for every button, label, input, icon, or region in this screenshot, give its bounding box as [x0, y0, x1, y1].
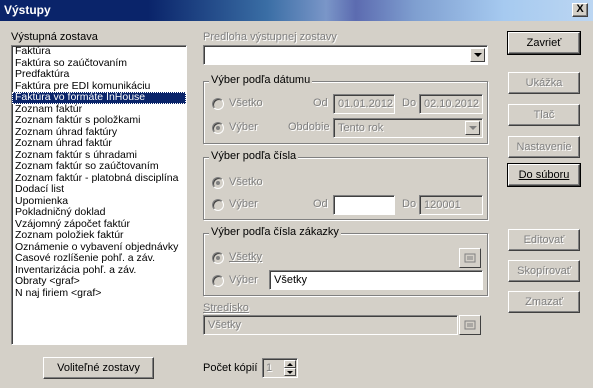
report-list-item[interactable]: N naj firiem <graf> [12, 288, 186, 300]
report-list-item[interactable]: Faktúra pre EDI komunikáciu [12, 81, 186, 93]
preview-button[interactable]: Ukážka [508, 72, 580, 94]
date-from-field[interactable]: 01.01.2012 [333, 94, 395, 114]
report-list-item[interactable]: Pokladničný doklad [12, 207, 186, 219]
copy-button-label: Skopírovať [517, 265, 571, 277]
center-label: Stredisko [203, 302, 249, 314]
order-group-title: Výber podľa čísla zákazky [209, 226, 341, 238]
order-selection-label: Výber [229, 274, 258, 286]
order-picker-button[interactable] [459, 248, 481, 268]
date-from-value: 01.01.2012 [338, 98, 394, 110]
number-all-radio[interactable] [212, 177, 224, 189]
picker-icon [464, 320, 476, 330]
report-list-item[interactable]: Faktúra vo formáte InHouse [12, 92, 186, 104]
window-title: Výstupy [4, 3, 51, 17]
print-button[interactable]: Tlač [508, 104, 580, 126]
close-button[interactable]: Zavrieť [507, 31, 581, 55]
date-from-label: Od [313, 97, 328, 109]
report-list-item[interactable]: Zoznam faktúr s úhradami [12, 150, 186, 162]
picker-icon [464, 253, 476, 263]
number-selection-radio[interactable] [212, 199, 224, 211]
delete-button-label: Zmazať [525, 296, 563, 308]
center-picker-button[interactable] [459, 315, 481, 335]
report-list-item[interactable]: Obraty <graf> [12, 276, 186, 288]
down-arrow-icon[interactable] [284, 368, 296, 376]
order-selection-radio[interactable] [212, 275, 224, 287]
settings-button[interactable]: Nastavenie [508, 136, 580, 158]
report-list-item[interactable]: Faktúra so zaúčtovaním [12, 58, 186, 70]
report-list-item[interactable]: Oznámenie o vybavení objednávky [12, 242, 186, 254]
report-list-label: Výstupná zostava [11, 31, 98, 43]
report-list-item[interactable]: Upomienka [12, 196, 186, 208]
date-all-label: Všetko [229, 97, 263, 109]
report-list-item[interactable]: Časové rozlíšenie pohľ. a záv. [12, 253, 186, 265]
number-to-field[interactable]: 120001 [419, 195, 483, 215]
close-window-button[interactable]: X [572, 3, 588, 17]
number-to-value: 120001 [424, 199, 461, 211]
title-bar: Výstupy X [0, 0, 593, 21]
order-selection-value: Všetky [274, 274, 308, 286]
report-list-item[interactable]: Faktúra [12, 46, 186, 58]
copy-button[interactable]: Skopírovať [508, 260, 580, 282]
center-field[interactable]: Všetky [203, 315, 458, 335]
date-selection-radio[interactable] [212, 122, 224, 134]
order-selection-field[interactable]: Všetky [269, 270, 483, 290]
period-value: Tento rok [338, 122, 384, 134]
date-selection-label: Výber [229, 121, 258, 133]
date-to-label: Do [402, 97, 417, 109]
report-list-item[interactable]: Vzájomný zápočet faktúr [12, 219, 186, 231]
date-to-value: 02.10.2012 [424, 98, 480, 110]
report-list-item[interactable]: Zoznam položiek faktúr [12, 230, 186, 242]
chevron-down-icon[interactable] [465, 121, 480, 135]
copies-label: Počet kópií [203, 362, 258, 374]
report-list-item[interactable]: Zoznam faktúr - platobná disciplína [12, 173, 186, 185]
chevron-down-icon[interactable] [470, 48, 485, 62]
number-to-label: Do [402, 198, 417, 210]
template-combo[interactable] [203, 45, 488, 65]
number-from-label: Od [313, 198, 328, 210]
date-all-radio[interactable] [212, 98, 224, 110]
report-list-item[interactable]: Inventarizácia pohľ. a záv. [12, 265, 186, 277]
report-list-item[interactable]: Predfaktúra [12, 69, 186, 81]
edit-button[interactable]: Editovať [508, 229, 580, 251]
preview-button-label: Ukážka [525, 77, 563, 89]
number-group-title: Výber podľa čísla [209, 150, 299, 162]
to-file-button[interactable]: Do súboru [507, 163, 581, 187]
settings-button-label: Nastavenie [516, 141, 572, 153]
number-selection-label: Výber [229, 198, 258, 210]
order-all-radio[interactable] [212, 252, 224, 264]
report-list-item[interactable]: Zoznam faktúr [12, 104, 186, 116]
delete-button[interactable]: Zmazať [508, 291, 580, 313]
number-from-field[interactable] [333, 195, 395, 215]
order-all-label: Všetky [229, 251, 263, 263]
date-to-field[interactable]: 02.10.2012 [419, 94, 483, 114]
to-file-button-label: Do súboru [518, 169, 570, 181]
report-list-item[interactable]: Zoznam úhrad faktúry [12, 127, 186, 139]
report-listbox[interactable]: Faktúra Faktúra so zaúčtovaním Predfaktúra… [11, 45, 187, 345]
report-list-item[interactable]: Zoznam faktúr s položkami [12, 115, 186, 127]
date-group-title: Výber podľa dátumu [209, 74, 313, 86]
optional-reports-label: Voliteľné zostavy [57, 362, 140, 374]
number-all-label: Všetko [229, 176, 263, 188]
report-list-item[interactable]: Dodací list [12, 184, 186, 196]
report-list-item[interactable]: Zoznam úhrad faktúr [12, 138, 186, 150]
print-button-label: Tlač [533, 109, 555, 121]
template-label: Predloha výstupnej zostavy [203, 31, 337, 43]
center-value: Všetky [208, 319, 242, 331]
report-list-item[interactable]: Zoznam faktúr so zaúčtovaním [12, 161, 186, 173]
copies-value: 1 [266, 362, 273, 374]
period-label: Obdobie [288, 121, 330, 133]
edit-button-label: Editovať [523, 234, 565, 246]
up-arrow-icon[interactable] [284, 360, 296, 368]
close-icon: X [576, 3, 584, 15]
period-combo[interactable]: Tento rok [333, 118, 483, 138]
close-button-label: Zavrieť [526, 37, 562, 49]
copies-spinner[interactable]: 1 [262, 358, 298, 378]
optional-reports-button[interactable]: Voliteľné zostavy [43, 357, 154, 379]
outputs-dialog: Výstupy X Výstupná zostava Faktúra Faktúr… [0, 0, 593, 388]
spinner-arrows[interactable] [284, 360, 296, 376]
